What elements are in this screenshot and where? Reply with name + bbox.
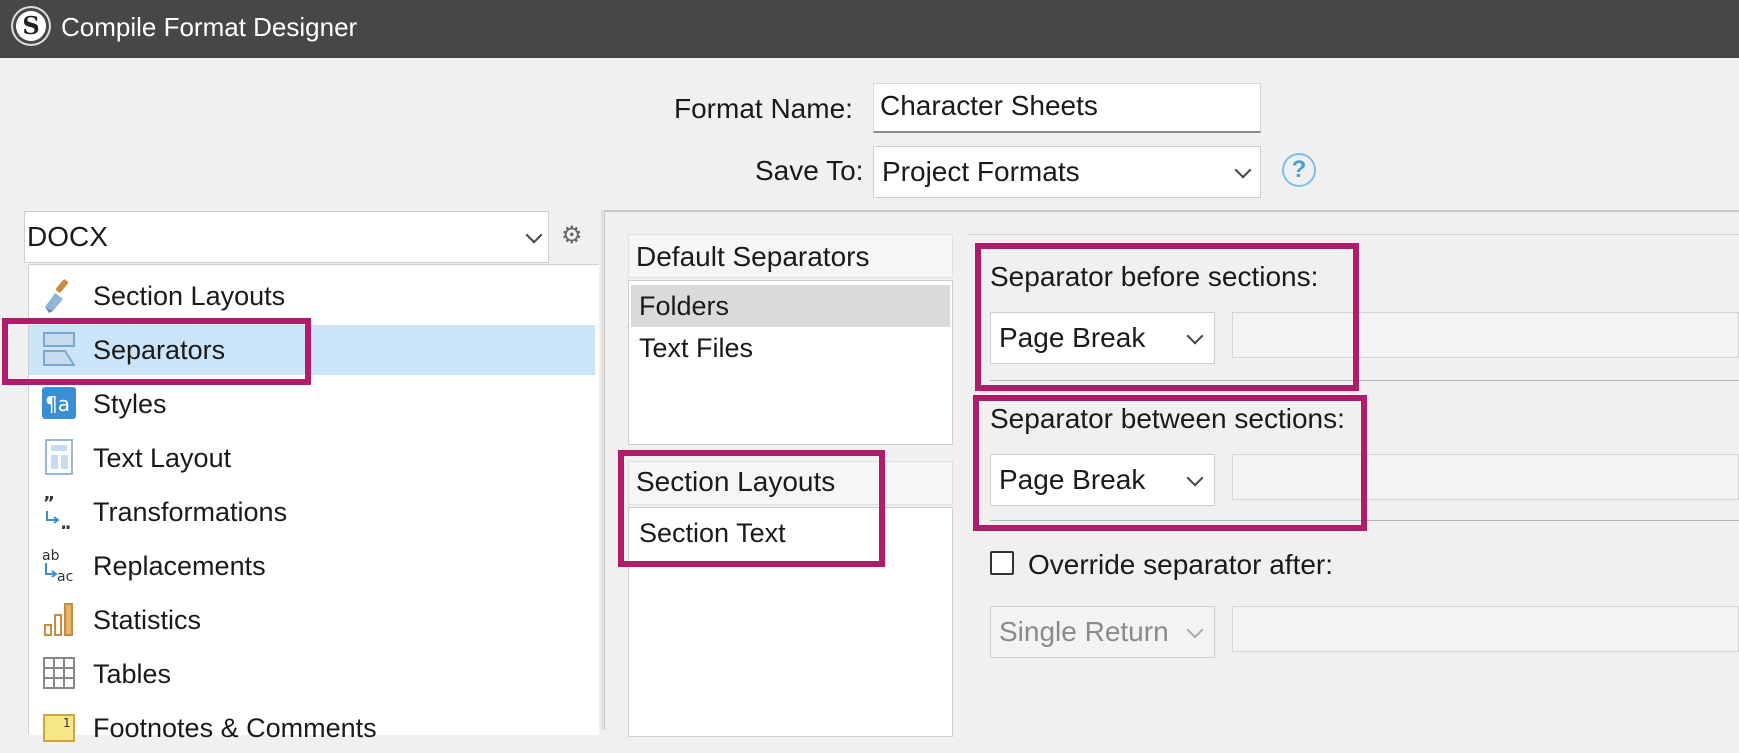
format-type-value: DOCX — [27, 221, 108, 252]
sidebar-item-label: Styles — [93, 389, 167, 419]
save-to-value: Project Formats — [882, 156, 1080, 187]
separators-icon — [43, 332, 76, 366]
sidebar-item-statistics[interactable]: Statistics — [29, 595, 595, 645]
svg-text:1: 1 — [63, 716, 71, 730]
svg-text:¶a: ¶a — [45, 392, 70, 416]
separator-before-value: Page Break — [999, 322, 1146, 353]
separator-between-select[interactable]: Page Break — [990, 454, 1215, 506]
format-type-select[interactable]: DOCX — [24, 211, 549, 263]
list-item-text-files[interactable]: Text Files — [631, 327, 950, 369]
brush-icon — [45, 279, 68, 313]
sidebar-item-transformations[interactable]: ” „ Transformations — [29, 487, 595, 537]
list-item-folders[interactable]: Folders — [631, 285, 950, 327]
sidebar-item-label: Replacements — [93, 551, 266, 581]
save-to-select[interactable]: Project Formats — [873, 146, 1261, 198]
sidebar-item-label: Text Layout — [93, 443, 232, 473]
list-item-section-text[interactable]: Section Text — [631, 512, 950, 554]
section-layouts-header: Section Layouts — [636, 466, 836, 497]
replacements-icon: ab ac — [42, 548, 73, 583]
app-logo: S — [13, 8, 49, 44]
override-separator-custom-field[interactable] — [1232, 606, 1739, 652]
default-separators-header: Default Separators — [636, 241, 870, 272]
transformations-icon: ” „ — [43, 493, 72, 529]
sidebar-item-label: Section Layouts — [93, 281, 286, 311]
sidebar-item-label: Tables — [93, 659, 172, 689]
separator-before-select[interactable]: Page Break — [990, 312, 1215, 364]
divider — [990, 380, 1739, 381]
sidebar-item-label: Statistics — [93, 605, 202, 635]
sidebar-item-text-layout[interactable]: Text Layout — [29, 433, 595, 483]
svg-text:”: ” — [43, 493, 55, 514]
window-title: Compile Format Designer — [61, 12, 358, 42]
chevron-down-icon — [1186, 621, 1204, 639]
tables-icon — [43, 657, 75, 689]
save-to-label: Save To: — [755, 155, 864, 186]
chevron-down-icon — [1186, 327, 1204, 345]
chevron-down-icon — [1186, 469, 1204, 487]
chevron-down-icon — [1234, 161, 1252, 179]
separator-between-custom-field[interactable] — [1232, 454, 1739, 500]
section-layouts-list: Section Text — [628, 507, 953, 737]
gear-icon[interactable]: ⚙ — [561, 224, 583, 248]
default-separators-list: Folders Text Files — [628, 280, 953, 445]
svg-text:ac: ac — [57, 569, 73, 583]
sidebar-item-label: Separators — [93, 335, 226, 365]
styles-icon: ¶a — [42, 387, 76, 419]
separator-between-value: Page Break — [999, 464, 1146, 495]
footnotes-icon: 1 — [43, 714, 75, 742]
sidebar-item-separators[interactable]: Separators — [29, 325, 595, 375]
splitter[interactable] — [601, 210, 605, 730]
separator-before-label: Separator before sections: — [990, 261, 1319, 292]
svg-text:ab: ab — [42, 548, 60, 564]
override-separator-select[interactable]: Single Return — [990, 606, 1215, 658]
sidebar-item-replacements[interactable]: ab ac Replacements — [29, 541, 595, 591]
sidebar-item-label: Footnotes & Comments — [93, 713, 377, 743]
separator-between-label: Separator between sections: — [990, 403, 1345, 434]
sidebar-item-section-layouts[interactable]: Section Layouts — [29, 271, 595, 321]
statistics-icon — [44, 603, 73, 636]
format-name-label: Format Name: — [674, 93, 853, 124]
divider — [990, 520, 1739, 521]
top-divider — [968, 234, 1739, 235]
sidebar-item-tables[interactable]: Tables — [29, 649, 595, 699]
app-logo-letter: S — [22, 11, 40, 40]
override-separator-label: Override separator after: — [1028, 549, 1334, 580]
text-layout-icon — [45, 439, 73, 475]
override-separator-value: Single Return — [999, 616, 1169, 647]
svg-text:„: „ — [60, 513, 72, 529]
format-name-input[interactable]: Character Sheets — [873, 83, 1261, 133]
format-sections-list: Section Layouts Separators ¶a Styles Tex… — [28, 264, 599, 743]
sidebar-item-footnotes-comments[interactable]: 1 Footnotes & Comments — [29, 703, 595, 753]
sidebar-item-label: Transformations — [93, 497, 288, 527]
sidebar-item-styles[interactable]: ¶a Styles — [29, 379, 595, 429]
help-icon[interactable]: ? — [1282, 153, 1316, 187]
override-separator-checkbox[interactable] — [990, 551, 1014, 575]
chevron-down-icon — [525, 226, 543, 244]
separator-before-custom-field[interactable] — [1232, 312, 1739, 358]
